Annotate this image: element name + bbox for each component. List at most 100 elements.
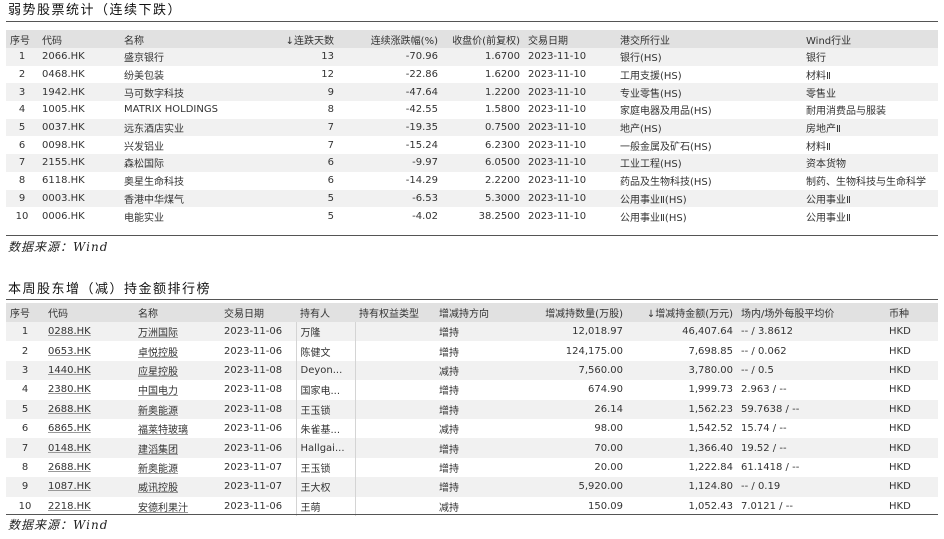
cell-avg-price: 61.1418 / -- (741, 461, 800, 473)
cell-name[interactable]: 中国电力 (134, 380, 220, 399)
cell-down-days: 7 (327, 122, 334, 134)
cell-trade-date: 2023-11-06 (224, 423, 283, 435)
col-header-down-days[interactable]: ↓连跌天数 (250, 30, 338, 48)
cell-name[interactable]: 福莱特玻璃 (134, 419, 220, 438)
table-row[interactable]: 5 0037.HK 远东酒店实业 7 -19.35 0.7500 2023-11-10 地产(… (6, 118, 938, 137)
cell-close-price: 0.7500 (485, 122, 520, 134)
cell-name[interactable]: 建滔集团 (134, 438, 220, 457)
cell-code: 6118.HK (42, 175, 85, 187)
table-row[interactable]: 8 2688.HK 新奥能源 2023-11-07 王玉锁 增持 20.00 1,222.84… (6, 457, 938, 478)
cell-holder: 陈健文 (295, 341, 356, 361)
cell-code[interactable]: 2688.HK (44, 458, 134, 477)
table-row[interactable]: 6 6865.HK 福莱特玻璃 2023-11-06 朱雀基... 减持 98.00 1,54… (6, 418, 938, 439)
table-row[interactable]: 7 2155.HK 森松国际 6 -9.97 6.0500 2023-11-10 工业工程(H… (6, 154, 938, 172)
col-header-quantity[interactable]: 增减持数量(万股) (523, 303, 627, 322)
table-row[interactable]: 1 0288.HK 万洲国际 2023-11-06 万隆 增持 12,018.97 46,40… (6, 322, 938, 342)
cell-trade-date: 2023-11-06 (224, 326, 283, 338)
table-row[interactable]: 9 0003.HK 香港中华煤气 5 -6.53 5.3000 2023-11-10 公用事业… (6, 189, 938, 208)
col-header-avg-price[interactable]: 场内/场外每股平均价 (737, 303, 885, 322)
col-header-index[interactable]: 序号 (6, 30, 38, 48)
cell-name[interactable]: 应星控股 (134, 361, 220, 380)
cell-trade-date: 2023-11-08 (224, 403, 283, 415)
table-row[interactable]: 6 0098.HK 兴发铝业 7 -15.24 6.2300 2023-11-10 一般金属及… (6, 136, 938, 155)
cell-close-price: 1.6200 (485, 69, 520, 81)
cell-hkex-industry: 工用支援(HS) (620, 71, 682, 83)
cell-name[interactable]: 万洲国际 (134, 322, 220, 341)
cell-code[interactable]: 0148.HK (44, 438, 134, 457)
col-header-close-price[interactable]: 收盘价(前复权) (442, 30, 524, 48)
col-header-trade-date[interactable]: 交易日期 (220, 303, 296, 322)
cell-currency: HKD (889, 442, 911, 454)
cell-trade-date: 2023-11-10 (528, 69, 587, 81)
cell-code: 0003.HK (42, 192, 85, 204)
cell-direction: 减持 (439, 425, 459, 437)
cell-name[interactable]: 卓悦控股 (134, 341, 220, 360)
col-header-code[interactable]: 代码 (44, 303, 134, 322)
cell-amount: 1,562.23 (688, 403, 733, 415)
col-header-holder[interactable]: 持有人 (296, 303, 355, 322)
cell-down-days: 13 (321, 51, 334, 63)
table-row[interactable]: 10 2218.HK 安德利果汁 2023-11-06 王萌 减持 150.09 1,052.… (6, 496, 938, 516)
cell-code[interactable]: 6865.HK (44, 419, 134, 438)
table-row[interactable]: 9 1087.HK 威讯控股 2023-11-07 王大权 增持 5,920.00 1,124… (6, 477, 938, 497)
col-header-amount[interactable]: ↓增减持金额(万元) (627, 303, 737, 322)
cell-index: 10 (18, 500, 32, 512)
table-row[interactable]: 4 2380.HK 中国电力 2023-11-08 国家电... 增持 674.90 1,99… (6, 380, 938, 400)
cell-direction: 减持 (439, 502, 459, 514)
cell-code[interactable]: 2218.HK (44, 497, 134, 516)
cell-wind-industry: 制药、生物科技与生命科学 (806, 177, 926, 189)
cell-index: 4 (21, 384, 29, 396)
table-row[interactable]: 2 0653.HK 卓悦控股 2023-11-06 陈健文 增持 124,175.00 7,6… (6, 341, 938, 361)
col-header-wind-industry[interactable]: Wind行业 (802, 30, 938, 48)
col-header-equity-type[interactable]: 持有权益类型 (355, 303, 435, 322)
table-row[interactable]: 4 1005.HK MATRIX HOLDINGS 8 -42.55 1.5800 2023… (6, 101, 938, 119)
cell-code[interactable]: 1440.HK (44, 361, 134, 380)
table-row[interactable]: 2 0468.HK 纷美包装 12 -22.86 1.6200 2023-11-10 工用支援… (6, 65, 938, 84)
weak-stocks-table: 序号 代码 名称 ↓连跌天数 连续涨跌幅(%) 收盘价(前复权) 交易日期 港交… (6, 30, 938, 225)
cell-name: MATRIX HOLDINGS (124, 104, 218, 116)
col-header-hkex-industry[interactable]: 港交所行业 (616, 30, 802, 48)
col-header-name[interactable]: 名称 (120, 30, 250, 48)
table-row[interactable]: 1 2066.HK 盛京银行 13 -70.96 1.6700 2023-11-10 银行(H… (6, 48, 938, 66)
col-header-direction[interactable]: 增减持方向 (435, 303, 523, 322)
cell-currency: HKD (889, 500, 911, 512)
cell-trade-date: 2023-11-07 (224, 461, 283, 473)
cell-code[interactable]: 1087.HK (44, 477, 134, 496)
cell-equity-type (355, 458, 435, 477)
table-row[interactable]: 10 0006.HK 电能实业 5 -4.02 38.2500 2023-11-10 公用事业… (6, 207, 938, 225)
cell-code[interactable]: 2380.HK (44, 380, 134, 399)
col-header-trade-date[interactable]: 交易日期 (524, 30, 616, 48)
col-header-change-pct[interactable]: 连续涨跌幅(%) (338, 30, 442, 48)
col-header-name[interactable]: 名称 (134, 303, 220, 322)
col-header-currency[interactable]: 币种 (885, 303, 938, 322)
cell-hkex-industry: 药品及生物科技(HS) (620, 177, 712, 189)
cell-equity-type (355, 438, 435, 457)
cell-name[interactable]: 新奥能源 (134, 458, 220, 477)
cell-trade-date: 2023-11-08 (224, 364, 283, 376)
cell-trade-date: 2023-11-07 (224, 481, 283, 493)
table-row[interactable]: 3 1440.HK 应星控股 2023-11-08 Deyon... 减持 7,560.00… (6, 360, 938, 381)
cell-quantity: 124,175.00 (565, 345, 623, 357)
col-header-index[interactable]: 序号 (6, 303, 44, 322)
cell-trade-date: 2023-11-10 (528, 122, 587, 134)
data-source-note: 数据来源：Wind (8, 518, 109, 532)
cell-amount: 1,124.80 (688, 481, 733, 493)
cell-direction: 增持 (439, 347, 459, 359)
cell-holder: 王大权 (295, 477, 356, 497)
cell-name[interactable]: 安德利果汁 (134, 497, 220, 516)
col-header-code[interactable]: 代码 (38, 30, 120, 48)
table-row[interactable]: 7 0148.HK 建滔集团 2023-11-06 Hallgai... 增持 70.00 1… (6, 438, 938, 458)
section2-bottom-rule (6, 514, 938, 515)
cell-name[interactable]: 新奥能源 (134, 400, 220, 419)
table-row[interactable]: 8 6118.HK 奥星生命科技 6 -14.29 2.2200 2023-11-10 药品及… (6, 171, 938, 190)
cell-index: 7 (18, 157, 26, 169)
table-row[interactable]: 3 1942.HK 马可数字科技 9 -47.64 1.2200 2023-11-10 专业零… (6, 83, 938, 102)
cell-code[interactable]: 0288.HK (44, 322, 134, 341)
cell-name[interactable]: 威讯控股 (134, 477, 220, 496)
section1-bottom-rule (6, 235, 938, 236)
cell-quantity: 12,018.97 (572, 326, 623, 338)
cell-code[interactable]: 0653.HK (44, 341, 134, 360)
table-row[interactable]: 5 2688.HK 新奥能源 2023-11-08 王玉锁 增持 26.14 1,562.23… (6, 399, 938, 419)
cell-amount: 1,999.73 (688, 384, 733, 396)
cell-code[interactable]: 2688.HK (44, 400, 134, 419)
